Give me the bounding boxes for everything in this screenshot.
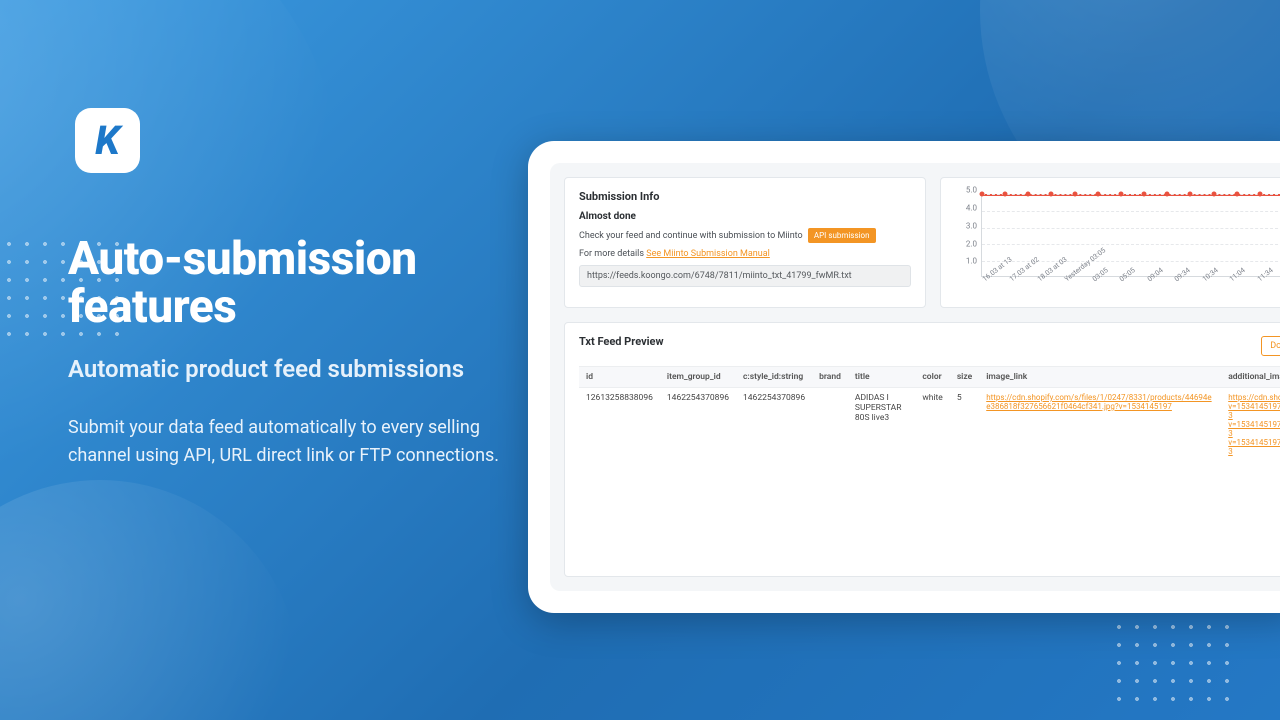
table-header: title xyxy=(848,367,915,388)
table-row: 1261325883809614622543708961462254370896… xyxy=(579,388,1280,462)
table-cell: ADIDAS I SUPERSTAR 80S live3 xyxy=(848,388,915,462)
y-tick: 1.0 xyxy=(966,257,977,266)
submission-prompt: Check your feed and continue with submis… xyxy=(579,228,911,243)
chart-marker xyxy=(1257,192,1262,197)
gridline xyxy=(982,244,1280,245)
app-screenshot: Submission Info Almost done Check your f… xyxy=(550,163,1280,591)
table-header: image_link xyxy=(979,367,1221,388)
table-cell: https://cdn.shopify.com/s/files/1/0247/8… xyxy=(979,388,1221,462)
preview-table: iditem_group_idc:style_id:stringbrandtit… xyxy=(579,366,1280,461)
chart-marker xyxy=(1118,192,1123,197)
chart-marker xyxy=(1188,192,1193,197)
submission-panel: Submission Info Almost done Check your f… xyxy=(564,177,926,308)
chart-marker xyxy=(980,192,985,197)
body-text: Submit your data feed automatically to e… xyxy=(68,414,508,472)
y-tick: 2.0 xyxy=(966,239,977,248)
prompt-text: Check your feed and continue with submis… xyxy=(579,231,803,241)
headline: Auto-submission features xyxy=(68,235,508,332)
feed-preview-panel: Txt Feed Preview Dow iditem_group_idc:st… xyxy=(564,322,1280,577)
api-submission-button[interactable]: API submission xyxy=(808,228,876,243)
additional-image-link[interactable]: v=153414519773 xyxy=(1228,402,1280,420)
app-screenshot-frame: Submission Info Almost done Check your f… xyxy=(528,141,1280,613)
chart-marker xyxy=(1211,192,1216,197)
table-header: c:style_id:string xyxy=(736,367,812,388)
chart-marker xyxy=(1095,192,1100,197)
image-link[interactable]: https://cdn.shopify.com/s/files/1/0247/8… xyxy=(986,393,1214,411)
chart-panel: 5.04.03.02.01.0 16.03 at 1317.03 at 0218… xyxy=(940,177,1280,308)
chart-marker xyxy=(1049,192,1054,197)
feed-url-input[interactable]: https://feeds.koongo.com/6748/7811/miint… xyxy=(579,265,911,287)
chart-marker xyxy=(1026,192,1031,197)
decorative-blob xyxy=(0,480,300,720)
brand-logo-letter: K xyxy=(95,117,120,164)
subheadline: Automatic product feed submissions xyxy=(68,354,508,384)
table-header: brand xyxy=(812,367,848,388)
table-cell: 5 xyxy=(950,388,979,462)
chart-marker xyxy=(1234,192,1239,197)
brand-logo: K xyxy=(75,108,140,173)
chart-marker xyxy=(1165,192,1170,197)
submission-manual-link[interactable]: See Miinto Submission Manual xyxy=(646,249,770,259)
download-button[interactable]: Dow xyxy=(1261,336,1280,356)
chart-marker xyxy=(1072,192,1077,197)
additional-image-link[interactable]: https://cdn.shop xyxy=(1228,393,1280,402)
table-header: additional_imag xyxy=(1221,367,1280,388)
table-cell: 1462254370896 xyxy=(660,388,736,462)
preview-title: Txt Feed Preview xyxy=(579,335,664,348)
decorative-dots xyxy=(1110,600,1230,710)
y-tick: 4.0 xyxy=(966,203,977,212)
details-line: For more details See Miinto Submission M… xyxy=(579,249,911,259)
table-header: size xyxy=(950,367,979,388)
table-header: id xyxy=(579,367,660,388)
additional-image-link[interactable]: v=153414519773 xyxy=(1228,420,1280,438)
table-header: item_group_id xyxy=(660,367,736,388)
submission-status: Almost done xyxy=(579,211,911,222)
gridline xyxy=(982,211,1280,212)
table-cell: white xyxy=(915,388,949,462)
y-tick: 3.0 xyxy=(966,221,977,230)
y-tick: 5.0 xyxy=(966,186,977,195)
panel-title: Submission Info xyxy=(579,190,911,203)
table-cell: 12613258838096 xyxy=(579,388,660,462)
gridline xyxy=(982,228,1280,229)
chart-marker xyxy=(1003,192,1008,197)
table-cell: https://cdn.shopv=153414519773v=15341451… xyxy=(1221,388,1280,462)
additional-image-link[interactable]: v=153414519773 xyxy=(1228,438,1280,456)
table-header: color xyxy=(915,367,949,388)
chart-marker xyxy=(1142,192,1147,197)
table-cell xyxy=(812,388,848,462)
details-prefix: For more details xyxy=(579,249,646,259)
table-cell: 1462254370896 xyxy=(736,388,812,462)
line-chart: 5.04.03.02.01.0 16.03 at 1317.03 at 0218… xyxy=(955,190,1280,295)
